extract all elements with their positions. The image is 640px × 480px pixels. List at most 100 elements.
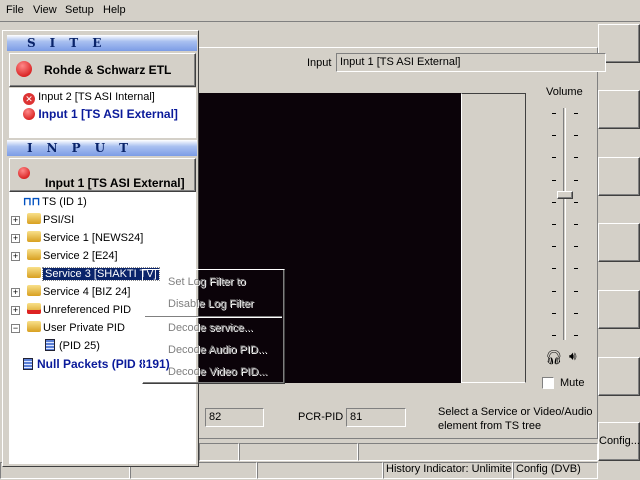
slider-tick: [574, 224, 578, 225]
menu-item-decode-service[interactable]: Decode service...: [168, 322, 253, 334]
slider-tick: [552, 201, 556, 203]
slider-tick: [552, 335, 556, 336]
tree-item-label: Service 2 [E24]: [43, 250, 118, 262]
menu-item-decode-audio[interactable]: Decode Audio PID...: [168, 344, 267, 356]
site-device-label: Rohde & Schwarz ETL: [44, 63, 172, 77]
volume-label: Volume: [546, 86, 583, 98]
slider-tick: [552, 290, 556, 292]
site-header: SITE: [7, 35, 197, 51]
collapse-icon[interactable]: −: [11, 324, 20, 333]
input-label: Input: [307, 57, 332, 69]
input-field: Input 1 [TS ASI External]: [336, 53, 606, 72]
folder-icon: [27, 267, 41, 278]
tree-item-label: TS (ID 1): [42, 196, 87, 208]
tree-item-label: Service 4 [BIZ 24]: [43, 286, 131, 298]
menu-bar: File View Setup Help: [0, 0, 640, 22]
audio-meter-box: [461, 93, 526, 383]
slider-tick: [574, 312, 578, 314]
side-button-2[interactable]: [598, 90, 640, 129]
expand-icon[interactable]: +: [11, 288, 20, 297]
slider-tick: [574, 135, 578, 137]
input-current-button[interactable]: Input 1 [TS ASI External]: [9, 158, 196, 192]
expand-icon[interactable]: +: [11, 252, 20, 261]
slider-tick: [552, 135, 556, 137]
slider-tick: [552, 268, 556, 270]
folder-icon: [27, 249, 41, 260]
slider-thumb[interactable]: [557, 191, 573, 200]
error-icon: ✕: [23, 93, 35, 105]
tree-item-label: User Private PID: [43, 322, 125, 334]
tree-item[interactable]: (PID 25): [45, 338, 100, 354]
info-cell: [239, 443, 358, 461]
slider-tick: [574, 113, 578, 114]
tree-item-label: PSI/SI: [43, 214, 75, 226]
folder-icon: [27, 321, 41, 332]
side-button-4[interactable]: [598, 223, 640, 262]
side-button-6[interactable]: [598, 357, 640, 396]
headphones-icon: 🎧︎: [545, 349, 563, 365]
packet-icon: [45, 339, 55, 351]
context-menu: Set Log Filter to Disable Log Filter Dec…: [142, 269, 285, 384]
tree-item[interactable]: + Service 4 [BIZ 24]: [11, 284, 131, 300]
slider-tick: [552, 312, 556, 314]
site-icon: [16, 61, 32, 77]
slider-tick: [552, 246, 556, 248]
menu-help[interactable]: Help: [103, 4, 126, 16]
status-cell: [257, 462, 383, 479]
packet-icon: [23, 358, 33, 370]
tree-item-label: (PID 25): [59, 340, 100, 352]
tree-item-label: Unreferenced PID: [43, 304, 132, 316]
slider-tick: [574, 179, 578, 181]
expand-icon[interactable]: +: [11, 234, 20, 243]
site-input-label: Input 1 [TS ASI External]: [38, 107, 178, 121]
menu-item-disable-log-filter[interactable]: Disable Log Filter: [168, 298, 254, 310]
side-button-3[interactable]: [598, 157, 640, 196]
side-button-5[interactable]: [598, 290, 640, 329]
info-cell: [199, 443, 239, 461]
slider-tick: [574, 268, 578, 270]
expand-icon[interactable]: +: [11, 216, 20, 225]
tree-item[interactable]: + PSI/SI: [11, 212, 75, 228]
slider-tick: [552, 179, 556, 181]
config-button[interactable]: Config...: [598, 422, 640, 461]
tree-item[interactable]: + Service 1 [NEWS24]: [11, 230, 143, 246]
tree-item[interactable]: + Service 2 [E24]: [11, 248, 118, 264]
slider-tick: [552, 157, 556, 159]
pcr-pid-field: 81: [346, 408, 406, 427]
folder-icon: [27, 285, 41, 296]
pcr-pid-label: PCR-PID: [298, 411, 344, 423]
menu-item-decode-video[interactable]: Decode Video PID...: [168, 366, 267, 378]
volume-slider[interactable]: [550, 105, 580, 345]
site-device-button[interactable]: Rohde & Schwarz ETL: [9, 53, 196, 87]
tree-item[interactable]: ⊓⊓ TS (ID 1): [23, 194, 87, 210]
menu-separator: [145, 316, 282, 318]
input-header: INPUT: [7, 140, 197, 156]
menu-file[interactable]: File: [6, 4, 24, 16]
slider-tick: [574, 290, 578, 292]
mute-checkbox[interactable]: [542, 377, 554, 389]
tree-item[interactable]: + Unreferenced PID: [11, 302, 132, 318]
tree-item[interactable]: − User Private PID: [11, 320, 125, 336]
pid-field: 82: [205, 408, 264, 427]
slider-tick: [552, 113, 556, 114]
expand-icon[interactable]: +: [11, 306, 20, 315]
status-config: Config (DVB): [513, 462, 598, 479]
info-cell: [358, 443, 598, 461]
site-input-1[interactable]: Input 1 [TS ASI External]: [23, 106, 178, 122]
site-tree: ✕ Input 2 [TS ASI Internal] Input 1 [TS …: [9, 88, 196, 138]
site-input-2[interactable]: ✕ Input 2 [TS ASI Internal]: [23, 89, 155, 105]
menu-setup[interactable]: Setup: [65, 4, 94, 16]
folder-error-icon: [27, 303, 41, 314]
folder-icon: [27, 231, 41, 242]
status-history: History Indicator: Unlimited: [383, 462, 513, 479]
tree-item[interactable]: Service 3 [SHAKTI TV]: [27, 266, 160, 282]
speaker-icon: 🔊︎: [569, 349, 577, 363]
menu-view[interactable]: View: [33, 4, 57, 16]
folder-icon: [27, 213, 41, 224]
active-input-icon: [23, 108, 35, 120]
slider-tick: [574, 157, 578, 159]
site-input-panel: SITE Rohde & Schwarz ETL ✕ Input 2 [TS A…: [2, 30, 199, 467]
menu-item-set-log-filter[interactable]: Set Log Filter to: [168, 276, 246, 288]
slider-tick: [552, 224, 556, 225]
slider-tick: [574, 335, 578, 336]
